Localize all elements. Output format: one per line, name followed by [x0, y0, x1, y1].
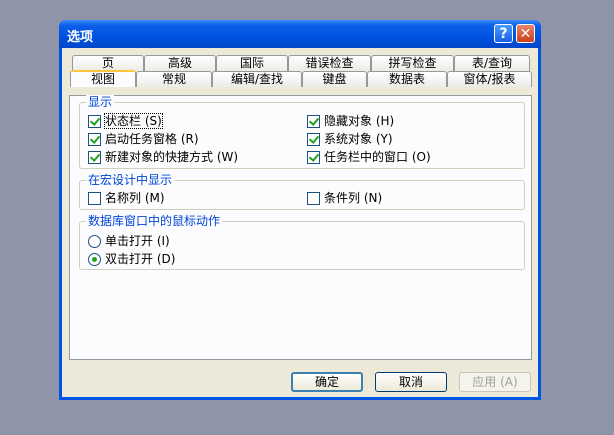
- mouse-action-group: 数据库窗口中的鼠标动作 单击打开 (I) 双击打开 (D): [79, 214, 525, 270]
- single-click-label: 单击打开 (I): [105, 234, 170, 248]
- double-click-label: 双击打开 (D): [105, 252, 176, 266]
- tab-spelling[interactable]: 拼写检查: [371, 55, 454, 71]
- tab-error-checking[interactable]: 错误检查: [288, 55, 371, 71]
- ok-button[interactable]: 确定: [291, 372, 363, 392]
- checkbox-box: [88, 151, 101, 164]
- mouse-action-group-label: 数据库窗口中的鼠标动作: [86, 214, 223, 228]
- macro-design-group: 在宏设计中显示 名称列 (M) 条件列 (N): [79, 173, 525, 210]
- tab-tables-queries[interactable]: 表/查询: [454, 55, 530, 71]
- apply-button[interactable]: 应用 (A): [459, 372, 531, 392]
- checkbox-box: [88, 192, 101, 205]
- display-group-label: 显示: [86, 95, 115, 109]
- check-mark-icon: [89, 133, 101, 144]
- title-bar[interactable]: 选项 ? ✕: [59, 20, 541, 48]
- startup-pane-label: 启动任务窗格 (R): [105, 132, 199, 146]
- check-mark-icon: [89, 151, 101, 162]
- system-objects-label: 系统对象 (Y): [324, 132, 393, 146]
- cancel-button[interactable]: 取消: [375, 372, 447, 392]
- tab-page[interactable]: 页: [72, 55, 144, 71]
- dialog-body: 页 高级 国际 错误检查 拼写检查 表/查询 视图 常规 编辑/查找 键盘 数据…: [62, 48, 538, 397]
- macro-design-group-label: 在宏设计中显示: [86, 173, 175, 187]
- hidden-objects-label: 隐藏对象 (H): [324, 114, 395, 128]
- tab-keyboard[interactable]: 键盘: [302, 71, 367, 87]
- check-mark-icon: [308, 133, 320, 144]
- macro-conditions-label: 条件列 (N): [324, 191, 383, 205]
- new-object-shortcut-label: 新建对象的快捷方式 (W): [105, 150, 239, 164]
- checkbox-box: [88, 133, 101, 146]
- tab-forms-reports[interactable]: 窗体/报表: [447, 71, 532, 87]
- tab-international[interactable]: 国际: [216, 55, 288, 71]
- checkbox-box: [307, 192, 320, 205]
- taskbar-windows-label: 任务栏中的窗口 (O): [324, 150, 431, 164]
- radio-selected-dot: [92, 257, 97, 262]
- display-group: 显示 状态栏 (S) 启动任务窗格 (R) 新建对象的快捷方式 (W) 隐藏对象…: [79, 95, 525, 169]
- tab-edit-find[interactable]: 编辑/查找: [212, 71, 302, 87]
- checkbox-box: [307, 151, 320, 164]
- checkbox-box: [88, 115, 101, 128]
- tab-datasheet[interactable]: 数据表: [367, 71, 447, 87]
- checkbox-box: [307, 133, 320, 146]
- radio-circle: [88, 235, 101, 248]
- close-button[interactable]: ✕: [516, 24, 535, 43]
- tab-general[interactable]: 常规: [136, 71, 212, 87]
- options-dialog: 选项 ? ✕ 页 高级 国际 错误检查 拼写检查 表/查询 视图 常规 编辑/查…: [59, 20, 541, 400]
- view-tab-panel: 显示 状态栏 (S) 启动任务窗格 (R) 新建对象的快捷方式 (W) 隐藏对象…: [69, 95, 532, 360]
- radio-circle: [88, 253, 101, 266]
- help-button[interactable]: ?: [494, 24, 513, 43]
- tab-view[interactable]: 视图: [70, 70, 136, 87]
- macro-names-label: 名称列 (M): [105, 191, 165, 205]
- checkbox-box: [307, 115, 320, 128]
- tab-advanced[interactable]: 高级: [144, 55, 216, 71]
- check-mark-icon: [308, 151, 320, 162]
- dialog-title: 选项: [67, 30, 94, 45]
- status-bar-label: 状态栏 (S): [104, 113, 163, 129]
- check-mark-icon: [308, 115, 320, 126]
- check-mark-icon: [89, 115, 101, 126]
